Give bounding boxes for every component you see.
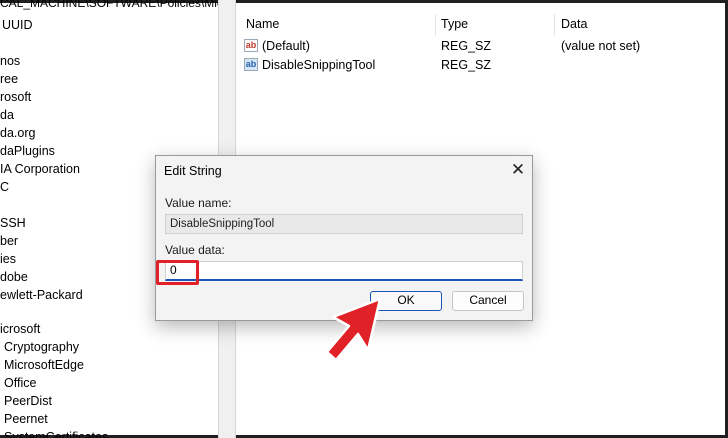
tree-item[interactable]: PeerDist: [4, 392, 52, 410]
value-data-label: Value data:: [165, 243, 225, 257]
value-name-label: Value name:: [165, 196, 232, 210]
tree-item[interactable]: ewlett-Packard: [0, 286, 83, 304]
value-row[interactable]: ab (Default) REG_SZ (value not set): [237, 37, 725, 55]
close-icon[interactable]: ✕: [507, 160, 529, 182]
value-data: (value not set): [561, 39, 641, 53]
tree-item[interactable]: icrosoft: [0, 320, 40, 338]
annotation-highlight-box: [156, 260, 199, 285]
value-name: DisableSnippingTool: [262, 58, 376, 72]
tree-item[interactable]: C: [0, 178, 9, 196]
tree-item[interactable]: Cryptography: [4, 338, 79, 356]
value-name: (Default): [262, 39, 310, 53]
value-data-input[interactable]: 0: [165, 261, 523, 281]
tree-item[interactable]: dobe: [0, 268, 28, 286]
value-type: REG_SZ: [441, 58, 492, 72]
tree-item[interactable]: daPlugins: [0, 142, 55, 160]
address-bar[interactable]: CAL_MACHINE\SOFTWARE\Policies\Microsoft\…: [0, 0, 236, 10]
tree-item[interactable]: MicrosoftEdge: [4, 356, 84, 374]
string-value-icon: ab: [244, 39, 258, 52]
tree-item[interactable]: da: [0, 106, 14, 124]
tree-item[interactable]: IA Corporation: [0, 160, 80, 178]
value-list-header: Name Type Data: [237, 14, 725, 36]
column-divider[interactable]: [435, 14, 436, 36]
string-value-icon: ab: [244, 58, 258, 71]
tree-item[interactable]: nos: [0, 52, 20, 70]
column-header-data[interactable]: Data: [561, 14, 587, 34]
tree-item[interactable]: ies: [0, 250, 16, 268]
value-type: REG_SZ: [441, 39, 492, 53]
tree-item[interactable]: SystemCertificates: [4, 428, 108, 438]
tree-item[interactable]: Peernet: [4, 410, 48, 428]
tree-item[interactable]: SSH: [0, 214, 26, 232]
column-divider[interactable]: [554, 14, 555, 36]
value-name-field: DisableSnippingTool: [165, 214, 523, 234]
tree-item[interactable]: ber: [0, 232, 18, 250]
tree-item[interactable]: UUID: [2, 16, 33, 34]
tree-item[interactable]: da.org: [0, 124, 35, 142]
cancel-button[interactable]: Cancel: [452, 291, 524, 311]
annotation-arrow: [325, 297, 382, 362]
dialog-title: Edit String: [164, 164, 222, 178]
tree-item[interactable]: rosoft: [0, 88, 31, 106]
column-header-type[interactable]: Type: [441, 14, 468, 34]
tree-item[interactable]: ree: [0, 70, 18, 88]
value-row[interactable]: ab DisableSnippingTool REG_SZ: [237, 56, 725, 74]
column-header-name[interactable]: Name: [246, 14, 279, 34]
tree-item[interactable]: Office: [4, 374, 36, 392]
